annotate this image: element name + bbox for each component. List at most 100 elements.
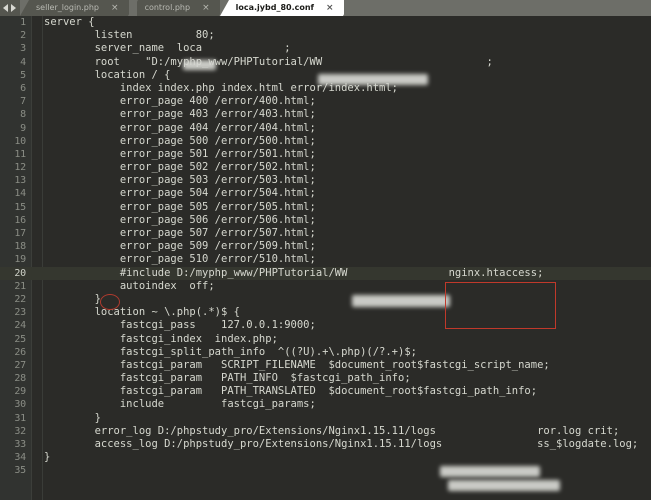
code-line[interactable]: 2 listen 80; (0, 29, 651, 42)
line-number: 14 (14, 188, 26, 200)
line-number: 11 (14, 148, 26, 160)
code-line[interactable]: 11 error_page 501 /error/501.html; (0, 148, 651, 161)
line-number: 9 (20, 122, 26, 134)
close-icon[interactable]: × (111, 0, 119, 16)
code-line[interactable]: 1 server { (0, 16, 651, 29)
editor-window: seller_login.php × control.php × loca.jy… (0, 0, 651, 500)
line-code: listen 80; (44, 29, 215, 42)
close-icon[interactable]: × (202, 0, 210, 16)
triangle-left-icon[interactable] (3, 4, 8, 12)
line-number: 1 (20, 17, 26, 28)
code-line[interactable]: 13 error_page 503 /error/503.html; (0, 174, 651, 187)
line-code: error_page 504 /error/504.html; (44, 187, 316, 200)
line-number: 16 (14, 214, 26, 226)
code-line[interactable]: 35 (0, 464, 651, 477)
line-code: error_page 505 /error/505.html; (44, 200, 316, 213)
code-line[interactable]: 3 server_name loca ; (0, 42, 651, 55)
redaction-blur (352, 295, 450, 307)
tab-label: control.php (144, 3, 191, 12)
code-line[interactable]: 24 fastcgi_pass 127.0.0.1:9000; (0, 319, 651, 332)
line-code: fastcgi_split_path_info ^((?U).+\.php)(/… (44, 345, 417, 358)
code-line[interactable]: 31 } (0, 412, 651, 425)
redaction-blur (440, 466, 540, 477)
code-text-area[interactable]: 1 server {2 listen 80; 3 server_name loca … (0, 16, 651, 500)
line-number: 3 (20, 43, 26, 55)
line-number: 6 (20, 82, 26, 94)
code-line[interactable]: 15 error_page 505 /error/505.html; (0, 201, 651, 214)
line-number: 24 (14, 320, 26, 332)
line-code: error_page 500 /error/500.html; (44, 134, 316, 147)
code-line[interactable]: 18 error_page 509 /error/509.html; (0, 240, 651, 253)
line-number: 27 (14, 359, 26, 371)
line-code: error_page 502 /error/502.html; (44, 161, 316, 174)
code-line[interactable]: 33 access_log D:/phpstudy_pro/Extensions… (0, 438, 651, 451)
code-line[interactable]: 12 error_page 502 /error/502.html; (0, 161, 651, 174)
tab-label: seller_login.php (36, 3, 100, 12)
line-number: 18 (14, 241, 26, 253)
line-code: autoindex off; (44, 279, 215, 292)
line-code: } (44, 411, 101, 424)
line-code: fastcgi_pass 127.0.0.1:9000; (44, 319, 316, 332)
line-code: fastcgi_param PATH_INFO $fastcgi_path_in… (44, 372, 411, 385)
line-code: error_page 507 /error/507.html; (44, 227, 316, 239)
line-number: 19 (14, 254, 26, 266)
code-line[interactable]: 16 error_page 506 /error/506.html; (0, 214, 651, 227)
tab-loca-jybd-80-conf[interactable]: loca.jybd_80.conf × (219, 0, 352, 16)
code-line[interactable]: 20 #include D:/myphp_www/PHPTutorial/WW … (0, 266, 651, 280)
close-icon[interactable]: × (326, 0, 334, 16)
code-line[interactable]: 25 fastcgi_index index.php; (0, 333, 651, 346)
line-number: 32 (14, 425, 26, 437)
line-code: server_name loca ; (44, 42, 291, 55)
line-number: 28 (14, 373, 26, 385)
line-code: fastcgi_index index.php; (44, 332, 278, 345)
line-number: 30 (14, 399, 26, 411)
line-code: error_page 501 /error/501.html; (44, 147, 316, 160)
redaction-blur (448, 480, 560, 491)
line-code: } (44, 451, 51, 464)
triangle-right-icon[interactable] (11, 4, 16, 12)
code-line[interactable]: 23 location ~ \.php(.*)$ { (0, 306, 651, 319)
line-number: 17 (14, 228, 26, 239)
code-line[interactable]: 7 error_page 400 /error/400.html; (0, 95, 651, 108)
code-line[interactable]: 29 fastcgi_param PATH_TRANSLATED $docume… (0, 385, 651, 398)
line-code: error_page 503 /error/503.html; (44, 174, 316, 187)
line-code: } (44, 292, 101, 305)
code-line[interactable]: 21 autoindex off; (0, 280, 651, 293)
line-code: error_page 403 /error/403.html; (44, 108, 316, 121)
code-line[interactable]: 30 include fastcgi_params; (0, 398, 651, 411)
code-line[interactable]: 9 error_page 404 /error/404.html; (0, 122, 651, 135)
tab-seller-login-php[interactable]: seller_login.php × (20, 0, 137, 16)
code-line[interactable]: 17 error_page 507 /error/507.html; (0, 227, 651, 240)
code-line[interactable]: 19 error_page 510 /error/510.html; (0, 253, 651, 266)
line-number: 34 (14, 452, 26, 464)
redaction-blur (183, 60, 216, 70)
code-line[interactable]: 28 fastcgi_param PATH_INFO $fastcgi_path… (0, 372, 651, 385)
code-line[interactable]: 27 fastcgi_param SCRIPT_FILENAME $docume… (0, 359, 651, 372)
line-code: error_page 404 /error/404.html; (44, 121, 316, 134)
code-line[interactable]: 8 error_page 403 /error/403.html; (0, 108, 651, 121)
line-code: error_page 506 /error/506.html; (44, 213, 316, 226)
code-line[interactable]: 22 } (0, 293, 651, 306)
line-code: access_log D:/phpstudy_pro/Extensions/Ng… (44, 438, 639, 450)
line-number: 20 (14, 267, 26, 279)
code-line[interactable]: 14 error_page 504 /error/504.html; (0, 187, 651, 200)
redaction-blur (318, 74, 428, 85)
line-number: 25 (14, 333, 26, 345)
code-line[interactable]: 10 error_page 500 /error/500.html; (0, 135, 651, 148)
code-editor[interactable]: 1 server {2 listen 80; 3 server_name loca … (0, 16, 651, 500)
line-number: 21 (14, 280, 26, 292)
code-line[interactable]: 26 fastcgi_split_path_info ^((?U).+\.php… (0, 346, 651, 359)
tab-nav-arrows[interactable] (0, 0, 20, 16)
line-code: location ~ \.php(.*)$ { (44, 306, 240, 319)
code-line[interactable]: 32 error_log D:/phpstudy_pro/Extensions/… (0, 425, 651, 438)
line-number: 26 (14, 346, 26, 358)
line-number: 7 (20, 96, 26, 108)
line-number: 4 (20, 56, 26, 68)
code-line[interactable]: 34} (0, 451, 651, 464)
line-number: 2 (20, 30, 26, 42)
line-number: 22 (14, 293, 26, 305)
line-code: server { (44, 16, 95, 28)
tab-control-php[interactable]: control.php × (128, 0, 228, 16)
line-code: fastcgi_param PATH_TRANSLATED $document_… (44, 385, 538, 398)
code-line[interactable]: 4 root "D:/myphp_www/PHPTutorial/WW ; (0, 56, 651, 69)
